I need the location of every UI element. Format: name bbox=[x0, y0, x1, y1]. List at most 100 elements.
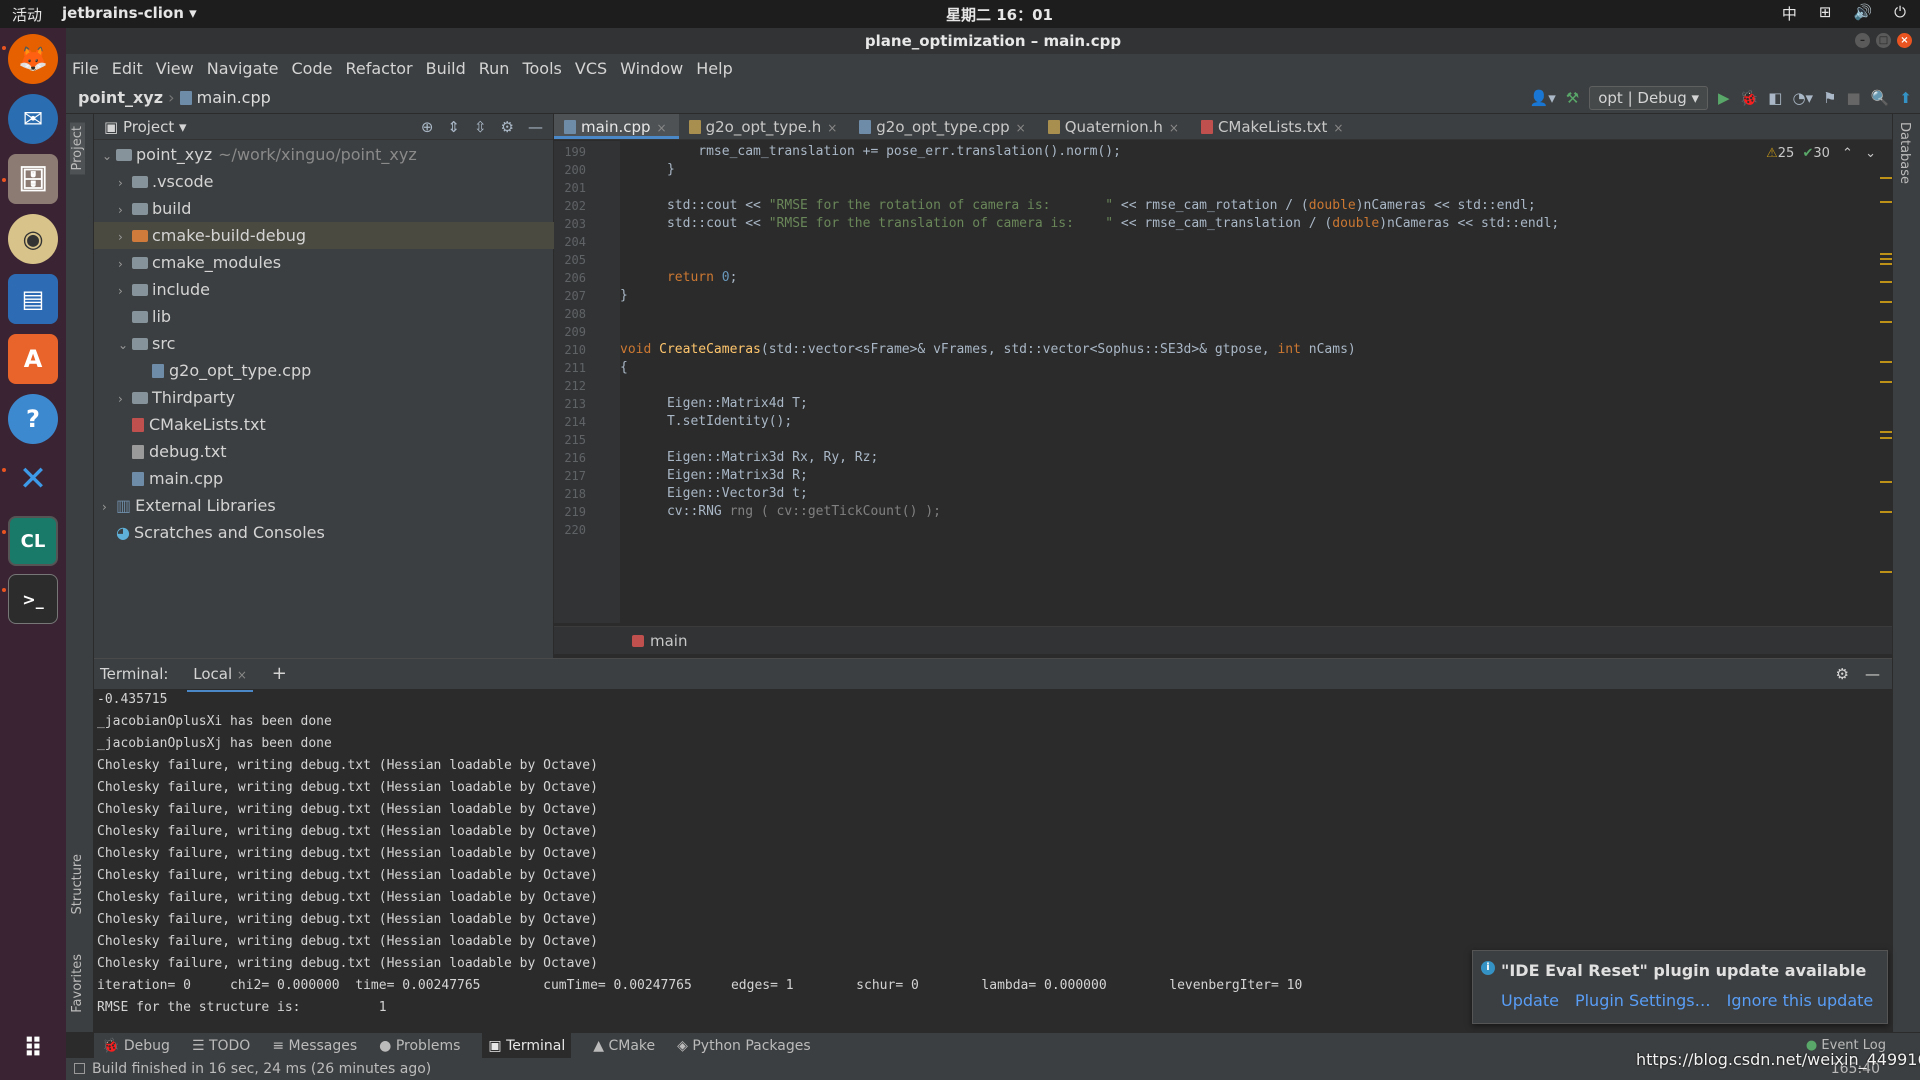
warning-mark[interactable] bbox=[1880, 511, 1892, 513]
tab-problems[interactable]: ● Problems bbox=[379, 1033, 460, 1058]
tab-terminal[interactable]: ▣ Terminal bbox=[482, 1033, 572, 1058]
tab-main-cpp[interactable]: main.cpp × bbox=[554, 114, 679, 139]
chevron-right-icon[interactable]: › bbox=[118, 386, 132, 413]
menu-edit[interactable]: Edit bbox=[112, 59, 143, 78]
tab-todo[interactable]: ☰ TODO bbox=[192, 1033, 250, 1058]
tree-item-src[interactable]: ⌄ src bbox=[94, 330, 554, 357]
warning-mark[interactable] bbox=[1880, 381, 1892, 383]
software-center-icon[interactable]: A bbox=[8, 334, 58, 384]
chevron-right-icon[interactable]: › bbox=[118, 170, 132, 197]
warning-mark[interactable] bbox=[1880, 177, 1892, 179]
tree-item-root[interactable]: ⌄ point_xyz ~/work/xinguo/point_xyz bbox=[94, 141, 554, 168]
build-hammer-icon[interactable]: ⚒ bbox=[1566, 89, 1579, 107]
menu-window[interactable]: Window bbox=[620, 59, 683, 78]
project-view-select[interactable]: ▣ Project ▾ bbox=[104, 118, 187, 136]
tab-messages[interactable]: ≡ Messages bbox=[272, 1033, 357, 1058]
chevron-right-icon[interactable]: › bbox=[118, 251, 132, 278]
warning-mark[interactable] bbox=[1880, 258, 1892, 260]
breadcrumb-project[interactable]: point_xyz bbox=[78, 88, 163, 107]
close-tab-icon[interactable]: × bbox=[237, 668, 247, 682]
plugin-settings-link[interactable]: Plugin Settings… bbox=[1575, 991, 1711, 1010]
vscode-icon[interactable]: ✕ bbox=[8, 454, 58, 504]
tree-item-cmake-build-debug[interactable]: › cmake-build-debug bbox=[94, 222, 554, 249]
network-icon[interactable]: ⊞ bbox=[1819, 3, 1832, 24]
warning-mark[interactable] bbox=[1880, 437, 1892, 439]
tab-python-packages[interactable]: ◈ Python Packages bbox=[677, 1033, 811, 1058]
debug-icon[interactable]: 🐞 bbox=[1740, 89, 1759, 107]
coverage-icon[interactable]: ◧ bbox=[1768, 89, 1782, 107]
menu-refactor[interactable]: Refactor bbox=[345, 59, 412, 78]
menu-run[interactable]: Run bbox=[479, 59, 510, 78]
close-tab-icon[interactable]: × bbox=[1333, 121, 1343, 135]
chevron-right-icon[interactable]: › bbox=[102, 494, 116, 521]
clion-icon[interactable]: CL bbox=[8, 516, 58, 566]
menu-file[interactable]: File bbox=[72, 59, 99, 78]
tree-item-debug-txt[interactable]: debug.txt bbox=[94, 438, 554, 465]
close-tab-icon[interactable]: × bbox=[1169, 121, 1179, 135]
tree-item-vscode[interactable]: › .vscode bbox=[94, 168, 554, 195]
breadcrumb-file[interactable]: main.cpp bbox=[197, 88, 271, 107]
volume-icon[interactable]: 🔊 bbox=[1853, 3, 1872, 24]
tree-item-cmake-modules[interactable]: › cmake_modules bbox=[94, 249, 554, 276]
rhythmbox-icon[interactable]: ◉ bbox=[8, 214, 58, 264]
tab-debug[interactable]: 🐞 Debug bbox=[102, 1033, 170, 1058]
warning-mark[interactable] bbox=[1880, 321, 1892, 323]
clock[interactable]: 星期二 16：01 bbox=[946, 4, 1053, 25]
expand-all-icon[interactable]: ⇕ bbox=[447, 114, 460, 140]
update-icon[interactable]: ⬆ bbox=[1899, 89, 1912, 107]
tab-g2o-opt-type-cpp[interactable]: g2o_opt_type.cpp × bbox=[849, 114, 1037, 139]
warning-mark[interactable] bbox=[1880, 431, 1892, 433]
menu-vcs[interactable]: VCS bbox=[575, 59, 607, 78]
minimize-icon[interactable]: – bbox=[1855, 33, 1870, 48]
menu-view[interactable]: View bbox=[156, 59, 194, 78]
tab-g2o-opt-type-h[interactable]: g2o_opt_type.h × bbox=[679, 114, 850, 139]
activities-button[interactable]: 活动 bbox=[12, 4, 42, 25]
collapse-all-icon[interactable]: ⇳ bbox=[474, 114, 487, 140]
run-configuration-select[interactable]: opt | Debug ▾ bbox=[1589, 86, 1709, 110]
close-tab-icon[interactable]: × bbox=[827, 121, 837, 135]
tree-item-cmakelists[interactable]: CMakeLists.txt bbox=[94, 411, 554, 438]
files-icon[interactable]: 🗄 bbox=[8, 154, 58, 204]
close-tab-icon[interactable]: × bbox=[657, 121, 667, 135]
update-link[interactable]: Update bbox=[1501, 991, 1559, 1010]
warning-mark[interactable] bbox=[1880, 361, 1892, 363]
favorites-tool-tab[interactable]: Favorites bbox=[70, 954, 85, 1013]
tab-quaternion-h[interactable]: Quaternion.h × bbox=[1038, 114, 1191, 139]
error-stripe[interactable] bbox=[1878, 141, 1892, 623]
prev-highlight-icon[interactable]: ⌃ bbox=[1842, 146, 1853, 161]
chevron-down-icon[interactable]: ⌄ bbox=[102, 143, 116, 170]
hide-icon[interactable]: — bbox=[1865, 659, 1880, 689]
tree-item-external-libraries[interactable]: › ▥ External Libraries bbox=[94, 492, 554, 519]
breadcrumb-function[interactable]: main bbox=[650, 632, 687, 650]
gear-icon[interactable]: ⚙ bbox=[501, 114, 514, 140]
tab-cmakelists[interactable]: CMakeLists.txt × bbox=[1191, 114, 1356, 139]
thunderbird-icon[interactable]: ✉ bbox=[8, 94, 58, 144]
maximize-icon[interactable]: □ bbox=[1876, 33, 1891, 48]
code-breadcrumb[interactable]: main bbox=[554, 626, 1892, 654]
attach-icon[interactable]: ⚑ bbox=[1823, 89, 1836, 107]
run-icon[interactable]: ▶ bbox=[1718, 89, 1730, 107]
tree-item-lib[interactable]: lib bbox=[94, 303, 554, 330]
tree-item-scratches[interactable]: ◕ Scratches and Consoles bbox=[94, 519, 554, 546]
tree-item-g2o-opt-type-cpp[interactable]: g2o_opt_type.cpp bbox=[94, 357, 554, 384]
tree-item-include[interactable]: › include bbox=[94, 276, 554, 303]
stop-icon[interactable]: ■ bbox=[1847, 89, 1861, 107]
close-tab-icon[interactable]: × bbox=[1016, 121, 1026, 135]
gear-icon[interactable]: ⚙ bbox=[1836, 659, 1849, 689]
chevron-right-icon[interactable]: › bbox=[118, 278, 132, 305]
tab-cmake[interactable]: ▲ CMake bbox=[593, 1033, 655, 1058]
app-menu[interactable]: jetbrains-clion ▾ bbox=[62, 4, 197, 22]
user-icon[interactable]: 👤▾ bbox=[1530, 89, 1556, 107]
menu-tools[interactable]: Tools bbox=[522, 59, 561, 78]
menu-navigate[interactable]: Navigate bbox=[207, 59, 279, 78]
help-icon[interactable]: ? bbox=[8, 394, 58, 444]
menu-code[interactable]: Code bbox=[292, 59, 333, 78]
power-icon[interactable]: ⏻ bbox=[1894, 3, 1906, 24]
new-terminal-icon[interactable]: + bbox=[272, 663, 287, 684]
tree-item-build[interactable]: › build bbox=[94, 195, 554, 222]
inspection-widget[interactable]: ⚠25 ✔30 ⌃ ⌄ bbox=[1766, 146, 1876, 161]
warning-mark[interactable] bbox=[1880, 301, 1892, 303]
menu-help[interactable]: Help bbox=[696, 59, 732, 78]
tree-item-thirdparty[interactable]: › Thirdparty bbox=[94, 384, 554, 411]
menu-build[interactable]: Build bbox=[426, 59, 466, 78]
